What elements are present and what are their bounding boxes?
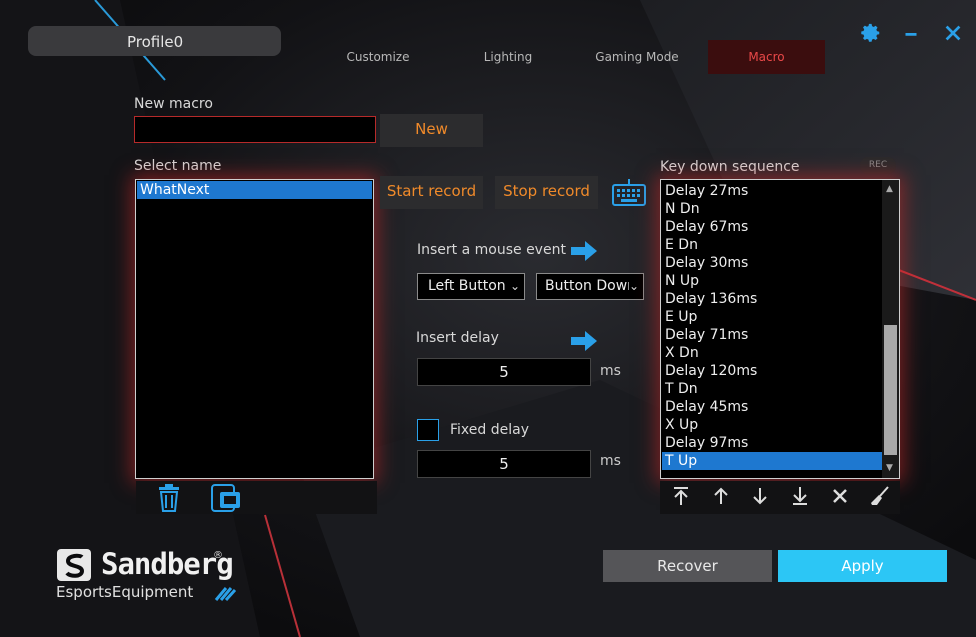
mouse-action-select[interactable]: Button Down ⌄ [536, 273, 644, 300]
copy-icon[interactable] [210, 483, 244, 517]
mouse-action-value: Button Down [545, 278, 637, 294]
list-item[interactable]: WhatNext [137, 181, 372, 199]
new-macro-label: New macro [134, 96, 213, 112]
chevron-down-icon: ⌄ [509, 279, 520, 293]
chevron-down-icon: ⌄ [628, 274, 639, 299]
sequence-toolbar [660, 481, 900, 514]
fixed-delay-label: Fixed delay [450, 422, 529, 438]
fixed-delay-input[interactable]: 5 [417, 450, 591, 478]
list-item[interactable]: E Up [662, 308, 882, 326]
close-icon[interactable] [941, 22, 965, 46]
rec-badge[interactable]: REC [860, 157, 896, 174]
list-item[interactable]: X Dn [662, 344, 882, 362]
list-item[interactable]: E Dn [662, 236, 882, 254]
insert-mouse-event-arrow-icon[interactable] [570, 240, 598, 266]
list-item[interactable]: Delay 120ms [662, 362, 882, 380]
mouse-button-value: Left Button [428, 278, 506, 294]
list-item[interactable]: Delay 71ms [662, 326, 882, 344]
move-bottom-icon[interactable] [790, 486, 810, 510]
list-item[interactable]: Delay 45ms [662, 398, 882, 416]
new-button[interactable]: New [380, 114, 483, 147]
fixed-delay-unit: ms [600, 453, 621, 469]
insert-delay-label: Insert delay [416, 330, 499, 346]
tab-gaming-mode[interactable]: Gaming Mode [585, 40, 689, 74]
key-sequence-list[interactable]: Delay 27ms N Dn Delay 67ms E Dn Delay 30… [660, 179, 900, 479]
recover-button[interactable]: Recover [603, 550, 772, 582]
delay-input[interactable]: 5 [417, 358, 591, 386]
list-item[interactable]: T Up [662, 452, 882, 470]
scroll-down-icon[interactable]: ▼ [886, 463, 893, 473]
fixed-delay-checkbox[interactable] [417, 419, 439, 441]
apply-button[interactable]: Apply [778, 550, 947, 582]
minimize-icon[interactable] [899, 22, 923, 46]
tab-lighting[interactable]: Lighting [460, 40, 556, 74]
keyboard-icon[interactable] [611, 178, 647, 212]
tab-customize[interactable]: Customize [330, 40, 426, 74]
mouse-event-label: Insert a mouse event [417, 242, 566, 258]
mouse-button-select[interactable]: Left Button ⌄ [417, 273, 525, 300]
delay-unit: ms [600, 363, 621, 379]
new-macro-input[interactable] [134, 116, 376, 143]
select-name-label: Select name [134, 158, 222, 174]
brand-stripes-icon [214, 582, 237, 606]
start-record-button[interactable]: Start record [380, 176, 483, 209]
macro-name-list[interactable]: WhatNext [135, 179, 374, 479]
profile-name: Profile0 [127, 33, 184, 51]
list-item[interactable]: N Up [662, 272, 882, 290]
sequence-rows: Delay 27ms N Dn Delay 67ms E Dn Delay 30… [662, 182, 882, 470]
list-item[interactable]: Delay 27ms [662, 182, 882, 200]
scrollbar-thumb[interactable] [884, 325, 897, 455]
list-item[interactable]: Delay 136ms [662, 290, 882, 308]
sequence-scrollbar[interactable]: ▲ ▼ [882, 180, 899, 478]
macro-list-toolbar [136, 481, 377, 514]
gear-icon[interactable] [859, 22, 883, 46]
brand-subtitle: EsportsEquipment [56, 583, 194, 601]
list-item[interactable]: X Up [662, 416, 882, 434]
move-down-icon[interactable] [750, 486, 770, 510]
list-item[interactable]: Delay 30ms [662, 254, 882, 272]
tab-macro[interactable]: Macro [708, 40, 825, 74]
list-item[interactable]: N Dn [662, 200, 882, 218]
list-item[interactable]: Delay 97ms [662, 434, 882, 452]
list-item[interactable]: Delay 67ms [662, 218, 882, 236]
delete-item-icon[interactable] [831, 487, 849, 509]
trash-icon[interactable] [155, 483, 183, 517]
registered-mark: ® [213, 550, 223, 561]
scroll-up-icon[interactable]: ▲ [886, 184, 893, 194]
move-top-icon[interactable] [671, 486, 691, 510]
sandberg-logo [56, 548, 96, 588]
stop-record-button[interactable]: Stop record [495, 176, 598, 209]
list-item[interactable]: T Dn [662, 380, 882, 398]
key-sequence-label: Key down sequence [660, 159, 800, 175]
clear-broom-icon[interactable] [869, 485, 891, 511]
insert-delay-arrow-icon[interactable] [570, 330, 598, 356]
move-up-icon[interactable] [711, 486, 731, 510]
